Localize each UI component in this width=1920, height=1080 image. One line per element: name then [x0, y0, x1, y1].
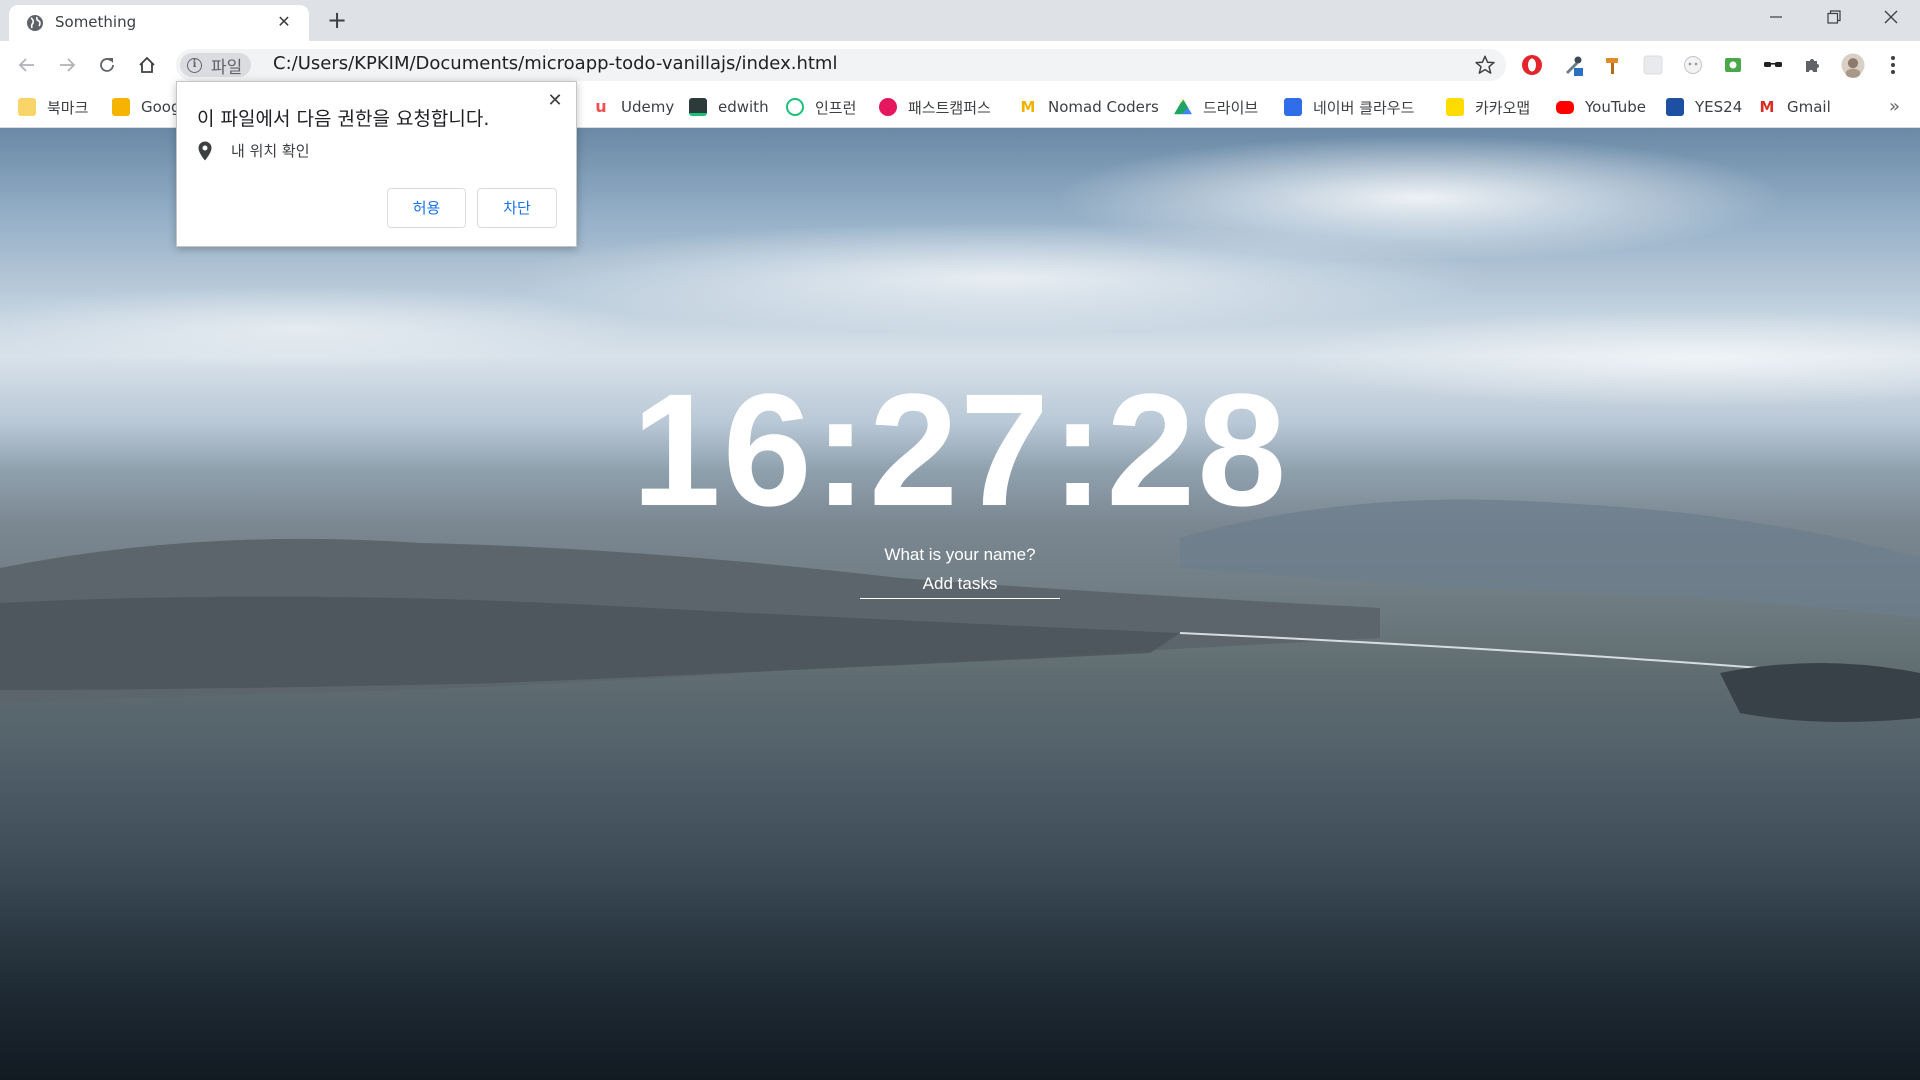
gmail-icon: M	[1758, 98, 1776, 116]
location-pin-icon	[198, 141, 212, 160]
glasses-icon	[1764, 62, 1782, 67]
bookmark-item[interactable]: YES24	[1666, 96, 1742, 118]
bookmark-item[interactable]: Goog	[112, 96, 181, 118]
bookmark-label: 인프런	[815, 98, 857, 117]
profile-avatar-button[interactable]	[1841, 53, 1865, 78]
eyedropper-extension-icon[interactable]	[1561, 53, 1585, 77]
hammer-icon	[1606, 58, 1618, 74]
udemy-icon: u	[592, 98, 610, 116]
bookmark-label: Udemy	[621, 98, 675, 116]
bookmark-label: Nomad Coders	[1048, 98, 1159, 116]
bookmark-label: 북마크	[47, 98, 89, 117]
glasses-extension-icon[interactable]	[1761, 53, 1785, 77]
cloud-icon	[1284, 98, 1302, 116]
tab-strip: Something ✕ +	[0, 0, 1920, 41]
bookmarks-overflow-button[interactable]: »	[1889, 96, 1900, 117]
opera-icon	[1522, 55, 1542, 75]
map-pin-icon	[1446, 98, 1464, 116]
clock-display: 16:27:28	[631, 360, 1289, 539]
bookmark-label: 드라이브	[1203, 98, 1259, 117]
browser-menu-button[interactable]	[1881, 53, 1905, 77]
avatar	[1841, 53, 1865, 78]
task-input[interactable]	[860, 569, 1060, 599]
name-prompt: What is your name?	[884, 545, 1036, 564]
forward-button[interactable]	[52, 50, 82, 80]
bookmark-item[interactable]: edwith	[689, 96, 769, 118]
window-close-button[interactable]	[1863, 0, 1919, 34]
bookmark-label: 카카오맵	[1475, 98, 1531, 117]
site-info-label: 파일	[211, 57, 243, 78]
keep-icon	[112, 98, 130, 116]
nomad-icon: M	[1019, 98, 1037, 116]
site-info-chip[interactable]: i 파일	[180, 53, 252, 78]
bookmark-label: edwith	[718, 98, 769, 116]
bookmark-label: Gmail	[1787, 98, 1831, 116]
opera-extension-icon[interactable]	[1520, 53, 1544, 77]
bookmark-label: Goog	[141, 98, 181, 116]
browser-tab[interactable]: Something ✕	[9, 5, 309, 41]
forward-icon	[60, 58, 76, 72]
drive-icon	[1174, 98, 1192, 115]
bookmark-label: YES24	[1695, 98, 1743, 116]
ghost-icon	[1684, 56, 1702, 74]
bookmark-item[interactable]: 카카오맵	[1446, 96, 1530, 118]
ghost-extension-icon[interactable]	[1681, 53, 1705, 77]
bookmark-item[interactable]: 네이버 클라우드	[1284, 96, 1414, 118]
tab-title: Something	[55, 13, 137, 31]
page-viewport: 16:27:28 What is your name?	[0, 128, 1920, 1080]
inflearn-icon	[786, 98, 804, 116]
kebab-menu-icon	[1891, 56, 1895, 74]
permission-label: 내 위치 확인	[231, 142, 310, 160]
back-button[interactable]	[12, 50, 42, 80]
star-icon[interactable]	[1474, 54, 1496, 76]
hammer-extension-icon[interactable]	[1601, 53, 1625, 77]
restore-icon	[1827, 10, 1841, 24]
home-button[interactable]	[132, 50, 162, 80]
address-bar[interactable]: i 파일 C:/Users/KPKIM/Documents/microapp-t…	[176, 49, 1506, 81]
allow-button[interactable]: 허용	[387, 188, 466, 228]
fastcampus-icon	[879, 98, 897, 116]
extensions-button[interactable]	[1801, 53, 1825, 77]
bookmark-item[interactable]: 드라이브	[1174, 96, 1258, 118]
new-tab-button[interactable]: +	[323, 6, 351, 34]
green-camera-icon	[1725, 58, 1741, 72]
bookmark-item[interactable]: 패스트캠퍼스	[879, 96, 991, 118]
close-icon[interactable]: ✕	[544, 90, 566, 112]
bookmark-label: 패스트캠퍼스	[908, 98, 991, 117]
reload-icon	[100, 58, 114, 72]
eyedropper-icon	[1566, 56, 1583, 76]
bookmark-item[interactable]: u Udemy	[592, 96, 674, 118]
folder-icon	[18, 98, 36, 116]
youtube-icon	[1556, 100, 1574, 114]
minimize-icon	[1770, 16, 1782, 18]
bookmark-item[interactable]: M Nomad Coders	[1019, 96, 1159, 118]
permission-popup: 이 파일에서 다음 권한을 요청합니다. ✕ 내 위치 확인 허용 차단	[176, 81, 577, 247]
back-icon	[18, 58, 34, 72]
close-icon	[1884, 10, 1898, 24]
blank-extension-icon	[1643, 55, 1663, 75]
reload-button[interactable]	[92, 50, 122, 80]
bookmark-item[interactable]: M Gmail	[1758, 96, 1831, 118]
bookmark-item[interactable]: 인프런	[786, 96, 856, 118]
info-icon: i	[187, 57, 202, 73]
restore-button[interactable]	[1806, 0, 1862, 34]
permission-popup-title: 이 파일에서 다음 권한을 요청합니다.	[197, 108, 490, 130]
url-text[interactable]: C:/Users/KPKIM/Documents/microapp-todo-v…	[273, 53, 837, 74]
bookmark-label: YouTube	[1585, 98, 1646, 116]
permission-item-location: 내 위치 확인	[197, 140, 310, 161]
yes24-icon	[1666, 98, 1684, 116]
bookmark-item[interactable]: YouTube	[1556, 96, 1646, 118]
green-extension-icon[interactable]	[1721, 53, 1745, 77]
bookmark-item[interactable]: 북마크	[18, 96, 88, 118]
home-icon	[139, 56, 155, 73]
minimize-button[interactable]	[1748, 0, 1804, 34]
edwith-icon	[689, 98, 707, 116]
grey-extension-icon[interactable]	[1641, 53, 1665, 77]
globe-icon	[27, 15, 43, 31]
tab-close-icon[interactable]: ✕	[273, 11, 295, 33]
block-button[interactable]: 차단	[477, 188, 557, 228]
puzzle-icon	[1806, 59, 1819, 72]
bookmark-label: 네이버 클라우드	[1313, 98, 1415, 117]
